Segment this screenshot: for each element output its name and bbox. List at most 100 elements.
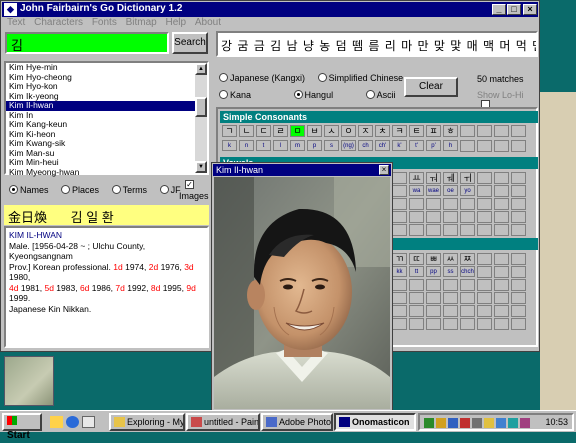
clock[interactable]: 10:53 bbox=[545, 417, 568, 427]
scroll-up-icon[interactable]: ▲ bbox=[195, 63, 207, 75]
list-scrollbar[interactable]: ▲ ▼ bbox=[195, 63, 207, 173]
jamo-romanization: wa bbox=[409, 185, 424, 196]
empty-jamo-cell bbox=[511, 198, 526, 210]
start-button[interactable]: Start bbox=[2, 413, 42, 441]
list-item[interactable]: Kim Myeong-hwan bbox=[6, 167, 207, 178]
tray-monitor-icon[interactable] bbox=[448, 418, 458, 428]
desktop-icon[interactable] bbox=[50, 416, 63, 428]
empty-jamo-cell bbox=[477, 224, 492, 236]
script-options-row2: Kana Hangul Ascii bbox=[219, 90, 406, 100]
empty-jamo-cell bbox=[426, 279, 441, 291]
jamo-consonant-cell[interactable]: ㅅ bbox=[324, 125, 339, 137]
menu-about[interactable]: About bbox=[195, 17, 221, 28]
close-button[interactable]: × bbox=[523, 4, 537, 15]
menu-help[interactable]: Help bbox=[166, 17, 187, 28]
jamo-consonant-cell[interactable]: ㅁ bbox=[290, 125, 305, 137]
title-bar[interactable]: ◆ John Fairbairn's Go Dictionary 1.2 _ □… bbox=[2, 2, 538, 17]
empty-jamo-cell bbox=[392, 211, 407, 223]
hangul-radio[interactable] bbox=[293, 90, 303, 99]
list-item-selected[interactable]: Kim Il-hwan bbox=[6, 100, 207, 111]
search-button[interactable]: Search bbox=[172, 32, 208, 54]
empty-jamo-cell bbox=[494, 172, 509, 184]
scroll-thumb[interactable] bbox=[195, 97, 207, 117]
simple-consonants-header: Simple Consonants bbox=[220, 111, 538, 123]
japanese-radio[interactable] bbox=[219, 73, 228, 82]
jamo-vowel-cell[interactable]: ㅝ bbox=[426, 172, 441, 184]
images-checkbox[interactable]: ✓ bbox=[185, 180, 194, 189]
character-display[interactable]: 강 굼 금 김 남 냥 농 덤 뗌 름 리 마 만 맞 맟 매 맥 머 먹 먼 bbox=[216, 31, 538, 57]
tray-network-icon[interactable] bbox=[424, 418, 434, 428]
jamo-consonant-cell[interactable]: ㅎ bbox=[443, 125, 458, 137]
empty-jamo-cell bbox=[392, 198, 407, 210]
minimize-button[interactable]: _ bbox=[492, 4, 506, 15]
jamo-consonant-cell[interactable]: ㅇ bbox=[341, 125, 356, 137]
menu-text[interactable]: Text bbox=[7, 17, 25, 28]
ascii-label: Ascii bbox=[376, 90, 396, 100]
jamo-double-cell[interactable]: ㅆ bbox=[443, 253, 458, 265]
jamo-romanization: t' bbox=[409, 140, 424, 151]
jamo-double-cell[interactable]: ㅃ bbox=[426, 253, 441, 265]
empty-jamo-cell bbox=[494, 253, 509, 265]
photo-window[interactable]: Kim Il-hwan × bbox=[211, 162, 393, 412]
empty-jamo-cell bbox=[443, 198, 458, 210]
jamo-consonant-cell[interactable]: ㅊ bbox=[375, 125, 390, 137]
browser-icon[interactable] bbox=[66, 416, 79, 428]
jamo-vowel-cell[interactable]: ㅟ bbox=[460, 172, 475, 184]
task-onomasticon[interactable]: Onomasticon bbox=[334, 413, 416, 431]
terms-radio[interactable] bbox=[111, 185, 121, 194]
maximize-button[interactable]: □ bbox=[507, 4, 521, 15]
jamo-consonant-cell[interactable]: ㄷ bbox=[256, 125, 271, 137]
tray-speaker-icon[interactable] bbox=[484, 418, 494, 428]
clear-button[interactable]: Clear bbox=[404, 77, 458, 97]
jamo-consonant-cell[interactable]: ㅋ bbox=[392, 125, 407, 137]
empty-jamo-cell bbox=[494, 305, 509, 317]
task-photoshop[interactable]: Adobe Photo... bbox=[261, 413, 333, 431]
photo-title-bar[interactable]: Kim Il-hwan × bbox=[213, 164, 391, 176]
task-paint[interactable]: untitled - Paint bbox=[186, 413, 260, 431]
menu-fonts[interactable]: Fonts bbox=[92, 17, 117, 28]
search-input[interactable]: 김 bbox=[5, 32, 169, 54]
app-icon[interactable]: ◆ bbox=[4, 3, 17, 16]
empty-jamo-cell bbox=[511, 318, 526, 330]
jamo-double-cell[interactable]: ㄸ bbox=[409, 253, 424, 265]
images-label: Images bbox=[179, 191, 209, 201]
empty-jamo-cell bbox=[443, 279, 458, 291]
jamo-consonant-cell[interactable]: ㅂ bbox=[307, 125, 322, 137]
tray-antivirus-icon[interactable] bbox=[460, 418, 470, 428]
jamo-consonant-cell[interactable]: ㅍ bbox=[426, 125, 441, 137]
jamo-romanization: p bbox=[307, 140, 322, 151]
ascii-radio[interactable] bbox=[365, 90, 375, 99]
menu-bitmap[interactable]: Bitmap bbox=[126, 17, 157, 28]
simplified-radio[interactable] bbox=[317, 73, 327, 82]
detail-text[interactable]: KIM IL-HWAN Male. [1956-04-28 ~ ; Ulchu … bbox=[4, 226, 209, 348]
name-list[interactable]: Kim Hye-min Kim Hyo-cheong Kim Hyo-kon K… bbox=[4, 61, 209, 178]
tray-app-icon[interactable] bbox=[508, 418, 518, 428]
mail-icon[interactable] bbox=[82, 416, 95, 428]
empty-jamo-cell bbox=[392, 172, 407, 184]
jamo-double-cell[interactable]: ㅉ bbox=[460, 253, 475, 265]
jamo-consonant-cell[interactable]: ㄹ bbox=[273, 125, 288, 137]
category-filter: Names Places Terms JF bbox=[9, 185, 191, 195]
close-icon[interactable]: × bbox=[379, 165, 389, 175]
jamo-consonant-cell[interactable]: ㅈ bbox=[358, 125, 373, 137]
tray-app-icon[interactable] bbox=[496, 418, 506, 428]
empty-jamo-cell bbox=[511, 253, 526, 265]
empty-jamo-cell bbox=[426, 224, 441, 236]
menu-characters[interactable]: Characters bbox=[34, 17, 83, 28]
kana-radio[interactable] bbox=[219, 90, 228, 99]
jamo-consonant-cell[interactable]: ㅌ bbox=[409, 125, 424, 137]
task-exploring[interactable]: Exploring - My ... bbox=[109, 413, 185, 431]
places-radio[interactable] bbox=[61, 185, 71, 194]
tray-pencil-icon[interactable] bbox=[436, 418, 446, 428]
names-radio[interactable] bbox=[9, 185, 18, 194]
jf-radio[interactable] bbox=[159, 185, 169, 194]
jamo-double-cell[interactable]: ㄲ bbox=[392, 253, 407, 265]
scroll-down-icon[interactable]: ▼ bbox=[195, 161, 207, 173]
jamo-consonant-cell[interactable]: ㄴ bbox=[239, 125, 254, 137]
jamo-vowel-cell[interactable]: ㅛ bbox=[409, 172, 424, 184]
empty-jamo-cell bbox=[477, 305, 492, 317]
jamo-vowel-cell[interactable]: ㅞ bbox=[443, 172, 458, 184]
tray-printer-icon[interactable] bbox=[472, 418, 482, 428]
jamo-consonant-cell[interactable]: ㄱ bbox=[222, 125, 237, 137]
tray-app-icon[interactable] bbox=[520, 418, 530, 428]
